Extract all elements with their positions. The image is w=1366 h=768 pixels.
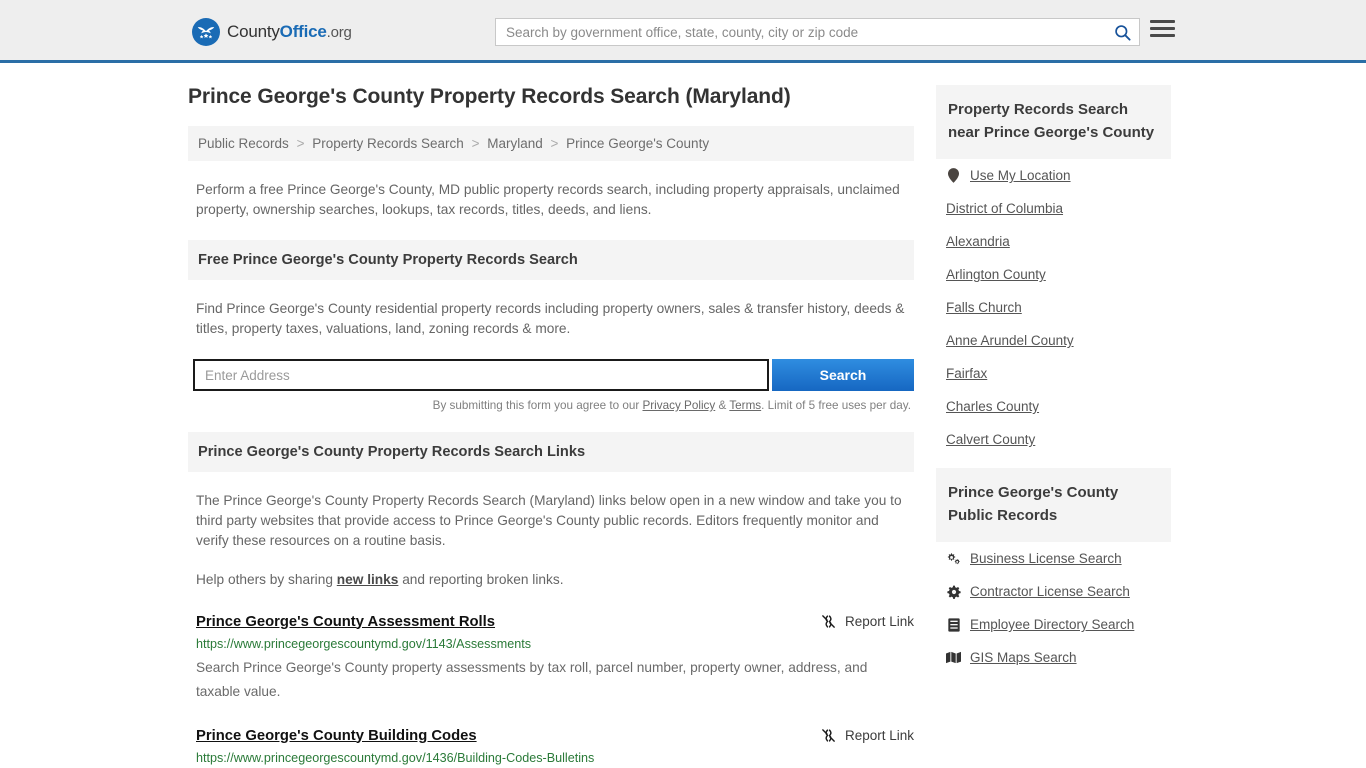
help-prefix: Help others by sharing [196, 572, 337, 587]
result-header-row: Prince George's County Assessment Rolls … [196, 613, 914, 630]
form-disclaimer: By submitting this form you agree to our… [188, 399, 911, 412]
sidebar-item-falls-church[interactable]: Falls Church [936, 291, 1171, 324]
sidebar-item-charles-county[interactable]: Charles County [936, 390, 1171, 423]
report-link-button[interactable]: Report Link [820, 727, 914, 744]
result-item: Prince George's County Building Codes Re… [196, 727, 914, 768]
privacy-policy-link[interactable]: Privacy Policy [642, 399, 715, 412]
result-description: Search Prince George's County property a… [196, 660, 868, 699]
gear-icon [946, 585, 961, 599]
sidebar-link[interactable]: Fairfax [946, 366, 987, 381]
sidebar-nearby-heading: Property Records Search near Prince Geor… [936, 85, 1171, 159]
breadcrumb-separator: > [471, 136, 480, 151]
broken-link-icon [822, 615, 835, 628]
sidebar-link[interactable]: Business License Search [970, 551, 1122, 566]
sidebar-link[interactable]: GIS Maps Search [970, 650, 1077, 665]
breadcrumb-item-maryland[interactable]: Maryland [487, 136, 543, 151]
sidebar-public-records-heading: Prince George's County Public Records [936, 468, 1171, 542]
terms-link[interactable]: Terms [729, 399, 761, 412]
page-title: Prince George's County Property Records … [188, 85, 791, 108]
sidebar-item-district-of-columbia[interactable]: District of Columbia [936, 192, 1171, 225]
global-search-button[interactable] [1105, 19, 1139, 45]
breadcrumb-separator: > [296, 136, 305, 151]
result-url: https://www.princegeorgescountymd.gov/11… [196, 637, 532, 651]
disclaimer-prefix: By submitting this form you agree to our [432, 399, 643, 412]
page-intro-text: Perform a free Prince George's County, M… [196, 182, 900, 217]
main-column: Prince George's County Property Records … [188, 85, 914, 768]
sidebar-link[interactable]: Falls Church [946, 300, 1022, 315]
breadcrumb-separator: > [550, 136, 559, 151]
sidebar: Property Records Search near Prince Geor… [936, 85, 1171, 768]
result-title-link[interactable]: Prince George's County Assessment Rolls [196, 614, 495, 630]
breadcrumb: Public Records > Property Records Search… [188, 126, 914, 161]
sidebar-box-public-records: Prince George's County Public Records Bu… [936, 468, 1171, 674]
sidebar-link[interactable]: Employee Directory Search [970, 617, 1134, 632]
broken-link-icon [822, 729, 835, 742]
result-url: https://www.princegeorgescountymd.gov/14… [196, 751, 595, 765]
search-icon [1114, 24, 1131, 41]
sidebar-nearby-list: Use My Location District of Columbia Ale… [936, 159, 1171, 456]
brand-wordmark: CountyOffice.org [227, 22, 352, 42]
global-search-bar[interactable] [495, 18, 1140, 46]
free-search-heading: Free Prince George's County Property Rec… [188, 240, 914, 280]
sidebar-link[interactable]: Charles County [946, 399, 1039, 414]
breadcrumb-item-prince-georges-county[interactable]: Prince George's County [566, 136, 709, 151]
site-logo-link[interactable]: CountyOffice.org [192, 18, 352, 46]
map-icon [946, 651, 961, 664]
report-link-button[interactable]: Report Link [820, 613, 914, 630]
sidebar-item-use-my-location[interactable]: Use My Location [936, 159, 1171, 192]
sidebar-public-records-list: Business License Search Contractor Licen… [936, 542, 1171, 674]
sidebar-item-arlington-county[interactable]: Arlington County [936, 258, 1171, 291]
sidebar-item-employee-directory-search[interactable]: Employee Directory Search [936, 608, 1171, 641]
breadcrumb-item-property-records-search[interactable]: Property Records Search [312, 136, 464, 151]
sidebar-link[interactable]: Alexandria [946, 234, 1010, 249]
site-header: CountyOffice.org [0, 0, 1366, 63]
links-section-heading: Prince George's County Property Records … [188, 432, 914, 472]
disclaimer-suffix: . Limit of 5 free uses per day. [761, 399, 911, 412]
hamburger-bar [1150, 27, 1175, 30]
help-suffix: and reporting broken links. [398, 572, 564, 587]
sidebar-link[interactable]: Anne Arundel County [946, 333, 1074, 348]
sidebar-item-alexandria[interactable]: Alexandria [936, 225, 1171, 258]
new-links-link[interactable]: new links [337, 572, 399, 587]
hamburger-menu-icon[interactable] [1150, 20, 1175, 37]
brand-part-county: County [227, 22, 280, 41]
sidebar-link[interactable]: Calvert County [946, 432, 1035, 447]
address-search-form: Search [193, 359, 914, 391]
help-others-note: Help others by sharing new links and rep… [196, 570, 914, 590]
countyoffice-logo-icon [192, 18, 220, 46]
address-input[interactable] [193, 359, 769, 391]
brand-part-office: Office [279, 22, 327, 41]
sidebar-link[interactable]: Contractor License Search [970, 584, 1130, 599]
map-pin-icon [946, 168, 961, 183]
sidebar-item-gis-maps-search[interactable]: GIS Maps Search [936, 641, 1171, 674]
cogs-icon [946, 552, 961, 565]
page-body: Prince George's County Property Records … [0, 63, 1366, 768]
result-title-link[interactable]: Prince George's County Building Codes [196, 728, 477, 744]
list-document-icon [946, 617, 961, 632]
sidebar-item-fairfax[interactable]: Fairfax [936, 357, 1171, 390]
report-link-label: Report Link [844, 614, 914, 629]
sidebar-link[interactable]: District of Columbia [946, 201, 1063, 216]
free-search-description: Find Prince George's County residential … [196, 301, 905, 336]
sidebar-link[interactable]: Use My Location [970, 168, 1071, 183]
disclaimer-amp: & [715, 399, 730, 412]
sidebar-item-anne-arundel-county[interactable]: Anne Arundel County [936, 324, 1171, 357]
sidebar-item-calvert-county[interactable]: Calvert County [936, 423, 1171, 456]
links-section-paragraph: The Prince George's County Property Reco… [196, 493, 902, 548]
report-link-label: Report Link [844, 728, 914, 743]
breadcrumb-item-public-records[interactable]: Public Records [198, 136, 289, 151]
global-search-input[interactable] [496, 19, 1105, 45]
sidebar-item-contractor-license-search[interactable]: Contractor License Search [936, 575, 1171, 608]
brand-part-org: .org [326, 24, 352, 41]
sidebar-box-nearby: Property Records Search near Prince Geor… [936, 85, 1171, 456]
sidebar-link[interactable]: Arlington County [946, 267, 1046, 282]
sidebar-item-business-license-search[interactable]: Business License Search [936, 542, 1171, 575]
content-container: Prince George's County Property Records … [188, 63, 1178, 768]
hamburger-bar [1150, 20, 1175, 23]
address-search-button[interactable]: Search [772, 359, 914, 391]
hamburger-bar [1150, 34, 1175, 37]
result-item: Prince George's County Assessment Rolls … [196, 613, 914, 704]
result-header-row: Prince George's County Building Codes Re… [196, 727, 914, 744]
